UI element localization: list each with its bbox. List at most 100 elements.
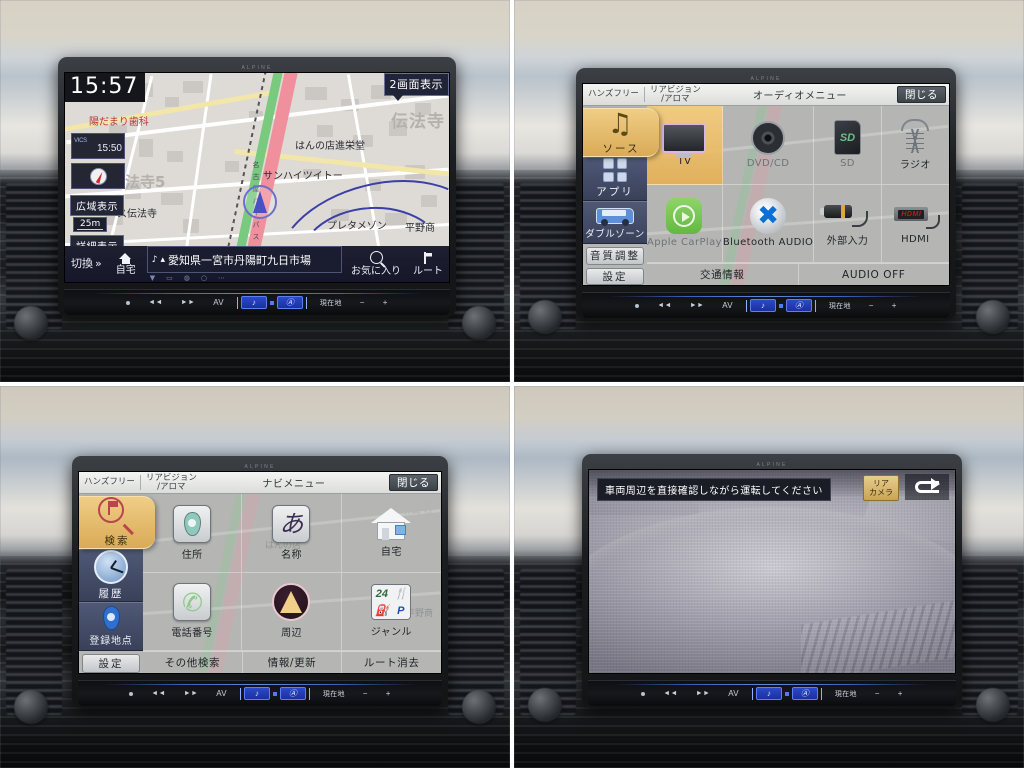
sidebar-tab-search[interactable]: 検索 [79,496,155,549]
next-track-button[interactable]: ►► [681,293,713,318]
source-cell-radio[interactable]: ラジオ [881,106,949,185]
navi-label: 電話番号 [171,628,213,640]
audio-led[interactable]: Ⓐ [276,296,303,309]
music-led[interactable]: ♪ [243,687,270,700]
address-bar[interactable]: ♪ ▴ 愛知県一宮市丹陽町九日市場 [146,246,342,273]
power-button[interactable] [626,293,648,318]
other-search-button[interactable]: その他検索 [143,652,243,673]
source-cell-hdmi[interactable]: HDMI HDMI [881,185,949,263]
split-screen-button[interactable]: 2画面表示 [383,73,449,101]
volume-up-button[interactable]: + [377,681,400,706]
volume-down-button[interactable]: − [860,293,883,318]
map-canvas[interactable]: 陽だまり歯科 伝法寺 はんの店進栄堂 サンハイツイトー プレタメゾン 平野商 法… [65,73,449,282]
map-pin-icon [102,605,120,630]
music-led[interactable]: ♪ [755,687,782,700]
route-button[interactable]: ルート [407,246,449,282]
vent-knob-right [462,306,496,340]
vent-knob-left [528,300,562,334]
current-location-button[interactable]: 現在地 [311,290,351,315]
source-cell-sd[interactable]: SD SD [814,106,882,185]
volume-down-button[interactable]: − [866,681,889,706]
route-flag-icon [421,251,435,265]
rear-vision-aroma-button[interactable]: リアビジョン /アロマ [141,472,202,493]
volume-up-button[interactable]: + [883,293,906,318]
navi-cell-phone[interactable]: ✆ 電話番号 [143,572,243,651]
volume-down-button[interactable]: − [351,290,374,315]
sidebar-tab-apps[interactable]: アプリ [583,157,647,201]
traffic-info-button[interactable]: 交通情報 [647,264,799,285]
current-location-button[interactable]: 現在地 [820,293,860,318]
volume-up-button[interactable]: + [374,290,397,315]
screenshot-grid: ALPINE 陽だまり歯科 伝法寺 はんの店進栄堂 サンハイツイトー プレタメゾ… [0,0,1024,768]
settings-button[interactable]: 設定 [82,653,140,673]
back-button[interactable] [905,474,949,500]
current-location-button[interactable]: 現在地 [826,681,866,706]
wide-view-button[interactable]: 広域表示 [70,195,124,216]
next-track-button[interactable]: ►► [175,681,207,706]
alpine-logo: ALPINE [750,75,782,82]
av-button[interactable]: AV [207,681,236,706]
prev-track-button[interactable]: ◄◄ [648,293,680,318]
music-led[interactable]: ♪ [240,296,267,309]
clear-route-button[interactable]: ルート消去 [342,652,441,673]
prev-track-button[interactable]: ◄◄ [142,681,174,706]
navi-grid: 住所 あ 名称 自宅 ✆ 電話番号 周辺 24 🍴 ⛽ P ジャンル [143,494,441,651]
navi-menu-screen[interactable]: 伝法寺 はんの店 平野商 ハンズフリー リアビジョン /アロマ ナビメニュー 閉… [78,471,442,674]
hardware-key-strip: ◄◄ ►► AV ♪ Ⓐ 現在地 − + [588,680,956,706]
sidebar-tab-history[interactable]: 履歴 [79,549,143,602]
favorite-button[interactable]: お気に入り [345,246,407,282]
navi-cell-genre[interactable]: 24 🍴 ⛽ P ジャンル [341,573,441,651]
handsfree-button[interactable]: ハンズフリー [79,472,140,493]
navi-cell-address[interactable]: 住所 [143,494,243,573]
alert-icon: ○ [200,274,207,282]
audio-led[interactable]: Ⓐ [279,687,306,700]
sidebar-tab-saved-points[interactable]: 登録地点 [79,602,143,651]
power-button[interactable] [120,681,142,706]
sidebar-tab-source[interactable]: ♫ ソース [583,108,659,157]
sidebar-tab-dualzone[interactable]: ダブルゾーン [583,200,647,245]
home-button[interactable]: 自宅 [108,246,144,282]
rear-camera-screen[interactable]: 車両周辺を直接確認しながら運転してください リア カメラ [588,469,956,674]
brand-bar: ALPINE [588,460,956,469]
navi-cell-nearby[interactable]: 周辺 [242,572,342,651]
rear-vision-aroma-button[interactable]: リアビジョン /アロマ [645,84,706,105]
audio-led[interactable]: Ⓐ [785,299,812,312]
power-button[interactable] [632,681,654,706]
handsfree-button[interactable]: ハンズフリー [583,84,644,105]
info-update-button[interactable]: 情報/更新 [243,652,343,673]
navi-cell-home[interactable]: 自宅 [341,494,441,573]
vent-knob-left [528,688,562,722]
map-scale: 25m [73,217,108,232]
hardware-key-strip: ◄◄ ►► AV ♪ Ⓐ 現在地 − + [64,289,450,315]
source-cell-bluetooth[interactable]: ✖ Bluetooth AUDIO [722,184,815,263]
sound-quality-button[interactable]: 音質調整 [586,247,644,265]
av-button[interactable]: AV [719,681,748,706]
vics-info-chip[interactable]: VICS 15:50 [71,133,125,159]
source-cell-carplay[interactable]: Apple CarPlay [647,184,723,263]
prev-track-button[interactable]: ◄◄ [654,681,686,706]
audio-off-button[interactable]: AUDIO OFF [799,264,950,285]
settings-button[interactable]: 設定 [586,267,644,285]
next-track-button[interactable]: ►► [687,681,719,706]
volume-down-button[interactable]: − [354,681,377,706]
led-indicator-group: ♪ Ⓐ [742,299,820,312]
power-button[interactable] [117,290,139,315]
av-button[interactable]: AV [204,290,233,315]
source-cell-aux[interactable]: 外部入力 [814,184,882,263]
switch-button[interactable]: 切換 » [65,246,108,282]
compass-button[interactable] [71,163,125,189]
prev-track-button[interactable]: ◄◄ [139,290,171,315]
source-label: HDMI [901,234,930,246]
close-button[interactable]: 閉じる [897,86,946,103]
audio-menu-screen[interactable]: ハンズフリー リアビジョン /アロマ オーディオメニュー 閉じる ♫ ソース ア… [582,83,950,286]
navi-cell-name[interactable]: あ 名称 [242,494,342,573]
volume-up-button[interactable]: + [889,681,912,706]
current-location-button[interactable]: 現在地 [314,681,354,706]
music-led[interactable]: ♪ [749,299,776,312]
nav-map-screen[interactable]: 陽だまり歯科 伝法寺 はんの店進栄堂 サンハイツイトー プレタメゾン 平野商 法… [64,72,450,283]
audio-led[interactable]: Ⓐ [791,687,818,700]
av-button[interactable]: AV [713,293,742,318]
close-button[interactable]: 閉じる [389,474,438,491]
source-cell-dvdcd[interactable]: DVD/CD [722,106,815,185]
next-track-button[interactable]: ►► [172,290,204,315]
